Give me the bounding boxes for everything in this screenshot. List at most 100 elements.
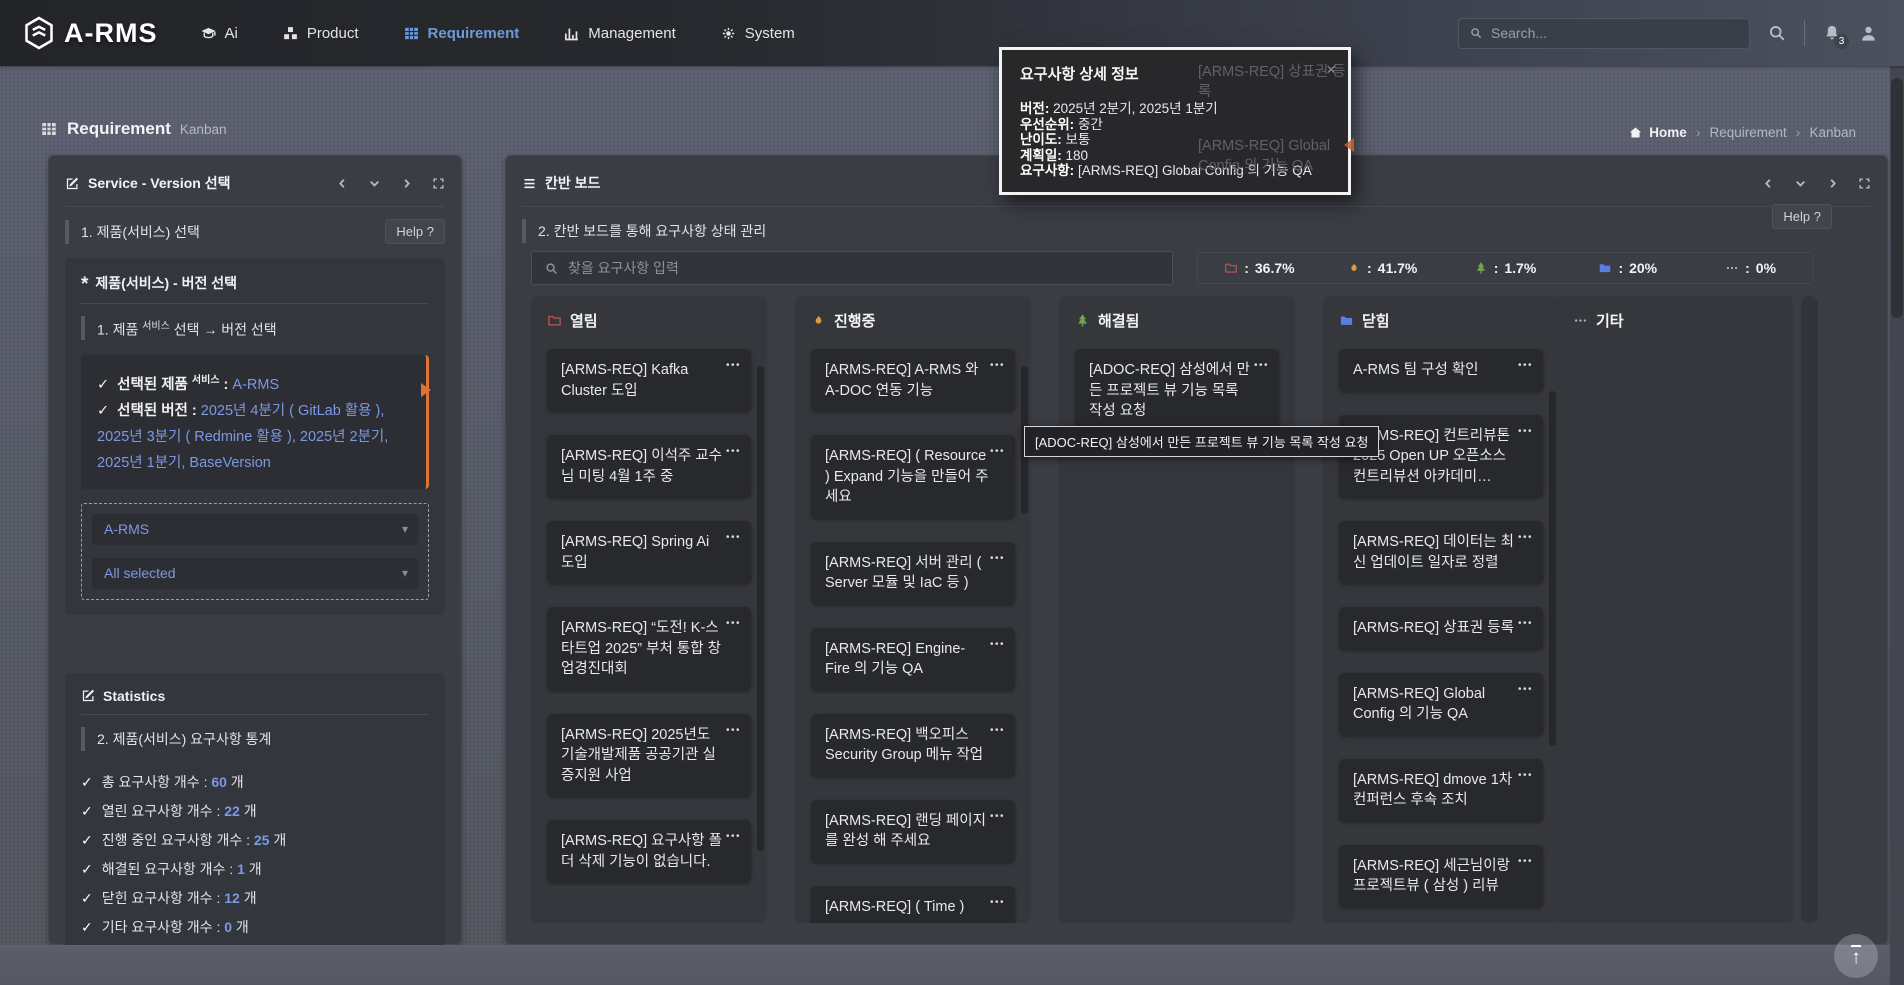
card-menu-icon[interactable]: ••• [990, 721, 1005, 742]
card-menu-icon[interactable]: ••• [726, 721, 741, 742]
card-menu-icon[interactable]: ••• [990, 635, 1005, 656]
nav-item-management[interactable]: Management [563, 25, 676, 42]
column-scrollbar[interactable] [1549, 391, 1556, 746]
check-icon: ✓ [81, 861, 93, 877]
chevron-left-icon[interactable] [336, 177, 349, 190]
column-header: 닫힘 [1323, 296, 1559, 331]
breadcrumb-requirement[interactable]: Requirement [1709, 125, 1786, 140]
app-logo[interactable]: A-RMS [24, 16, 158, 50]
card-menu-icon[interactable]: ••• [1518, 614, 1533, 635]
kanban-card[interactable]: [ADOC-REQ] 삼성에서 만든 프로젝트 뷰 기능 목록 작성 요청••• [1075, 349, 1279, 433]
kanban-card[interactable]: A-RMS 팀 구성 확인••• [1339, 349, 1543, 392]
column-scrollbar[interactable] [757, 366, 764, 851]
kanban-card[interactable]: [ARMS-REQ] 요구사항 폴더 삭제 기능이 없습니다.••• [547, 820, 751, 883]
chevron-right-icon[interactable] [1826, 177, 1839, 190]
tree-icon [1474, 261, 1488, 275]
card-menu-icon[interactable]: ••• [990, 893, 1005, 914]
card-menu-icon[interactable]: ••• [1254, 356, 1269, 377]
chevron-left-icon[interactable] [1762, 177, 1775, 190]
expand-icon[interactable] [432, 177, 445, 190]
kanban-title: 칸반 보드 [545, 173, 600, 193]
kanban-card[interactable]: [ARMS-REQ] A-RMS 와 A-DOC 연동 기능••• [811, 349, 1015, 412]
kanban-card[interactable]: [ARMS-REQ] dmove 1차 컨퍼런스 후속 조치••• [1339, 759, 1543, 822]
global-search-input[interactable] [1491, 25, 1739, 41]
card-menu-icon[interactable]: ••• [726, 614, 741, 635]
page-subtitle: Kanban [180, 122, 227, 137]
help-button[interactable]: Help ? [385, 219, 445, 244]
chevron-down-icon[interactable] [1794, 177, 1807, 190]
chevron-right-icon[interactable] [400, 177, 413, 190]
nav-item-label: Ai [225, 25, 238, 42]
chevron-down-icon[interactable] [368, 177, 381, 190]
card-menu-icon[interactable]: ••• [726, 356, 741, 377]
card-menu-icon[interactable]: ••• [990, 549, 1005, 570]
requirement-search-input[interactable] [568, 260, 1160, 276]
kanban-card[interactable]: [ARMS-REQ] Kafka Cluster 도입••• [547, 349, 751, 412]
kanban-card[interactable]: [ARMS-REQ] 백오피스 Security Group 메뉴 작업••• [811, 714, 1015, 777]
kanban-card[interactable]: [ARMS-REQ] ( Time )••• [811, 886, 1015, 924]
card-menu-icon[interactable]: ••• [990, 807, 1005, 828]
kanban-card[interactable]: [ARMS-REQ] ( Resource ) Expand 기능을 만들어 주… [811, 435, 1015, 519]
card-menu-icon[interactable]: ••• [726, 827, 741, 848]
kanban-card[interactable]: [ARMS-REQ] 데이터는 최신 업데이트 일자로 정렬••• [1339, 521, 1543, 584]
percent-closed: :20% [1566, 260, 1689, 276]
card-menu-icon[interactable]: ••• [726, 528, 741, 549]
divider [81, 714, 429, 715]
statistics-section: Statistics 2. 제품(서비스) 요구사항 통계 ✓총 요구사항 개수… [65, 673, 445, 965]
card-menu-icon[interactable]: ••• [990, 442, 1005, 463]
notifications-bell-icon[interactable]: 3 [1822, 23, 1842, 43]
ellipsis-icon [1573, 313, 1588, 328]
kanban-card[interactable]: [ARMS-REQ] “도전! K-스타트업 2025” 부처 통합 창업경진대… [547, 607, 751, 691]
kanban-card[interactable]: [ARMS-REQ] 서버 관리 ( Server 모듈 및 IaC 등 )••… [811, 542, 1015, 605]
kanban-card[interactable]: [ARMS-REQ] Global Config 의 기능 QA••• [1339, 673, 1543, 736]
column-cards: [ARMS-REQ] A-RMS 와 A-DOC 연동 기능••• [ARMS-… [811, 349, 1015, 923]
kanban-card[interactable]: [ARMS-REQ] 세근님이랑 프로젝트뷰 ( 삼성 ) 리뷰••• [1339, 845, 1543, 908]
nav-item-label: Requirement [428, 25, 520, 42]
kanban-card[interactable]: [ARMS-REQ] 상표권 등록••• [1339, 607, 1543, 650]
card-menu-icon[interactable]: ••• [1518, 766, 1533, 787]
accent-bar [81, 727, 85, 751]
help-button[interactable]: Help ? [1772, 204, 1832, 229]
check-icon: ✓ [81, 890, 93, 906]
requirement-search [531, 251, 1173, 285]
card-menu-icon[interactable]: ••• [990, 356, 1005, 377]
percent-open: :36.7% [1198, 260, 1321, 276]
product-version-section: * 제품(서비스) - 버전 선택 1. 제품 서비스 선택 → 버전 선택 ✓… [65, 258, 445, 615]
nav-item-ai[interactable]: Ai [200, 25, 238, 42]
card-menu-icon[interactable]: ••• [1518, 852, 1533, 873]
card-menu-icon[interactable]: ••• [1518, 356, 1533, 377]
window-scrollbar[interactable] [1890, 66, 1904, 985]
table-grid-icon [403, 25, 420, 42]
kanban-card[interactable]: [ARMS-REQ] Spring Ai 도입••• [547, 521, 751, 584]
kanban-card[interactable]: [ARMS-REQ] 이석주 교수님 미팅 4월 1주 중••• [547, 435, 751, 498]
version-select[interactable]: All selected ▾ [92, 558, 418, 589]
expand-icon[interactable] [1858, 177, 1871, 190]
logo-text: A-RMS [64, 18, 158, 49]
card-menu-icon[interactable]: ••• [726, 442, 741, 463]
product-select[interactable]: A-RMS ▾ [92, 514, 418, 545]
breadcrumb-home[interactable]: Home [1628, 125, 1687, 140]
caret-down-icon: ▾ [402, 566, 408, 580]
breadcrumb-kanban[interactable]: Kanban [1809, 125, 1856, 140]
window-scrollbar-thumb[interactable] [1891, 78, 1903, 318]
tooltip-priority: 우선순위: 중간 [1020, 117, 1330, 133]
card-menu-icon[interactable]: ••• [1518, 422, 1533, 443]
search-submit-icon[interactable] [1767, 23, 1787, 43]
board-scrollbar[interactable] [1801, 296, 1818, 923]
nav-item-system[interactable]: System [720, 25, 795, 42]
kanban-card[interactable]: [ARMS-REQ] 랜딩 페이지를 완성 해 주세요••• [811, 800, 1015, 863]
nav-item-requirement[interactable]: Requirement [403, 25, 520, 42]
stat-total: ✓총 요구사항 개수 : 60 개 [81, 773, 429, 792]
stat-resolved: ✓해결된 요구사항 개수 : 1 개 [81, 860, 429, 879]
card-menu-icon[interactable]: ••• [1518, 528, 1533, 549]
scroll-to-top-button[interactable]: ↑ [1834, 934, 1878, 978]
user-profile-icon[interactable] [1859, 24, 1878, 43]
nav-item-product[interactable]: Product [282, 25, 359, 42]
stat-etc: ✓기타 요구사항 개수 : 0 개 [81, 918, 429, 937]
kanban-card[interactable]: [ARMS-REQ] 2025년도 기술개발제품 공공기관 실증지원 사업••• [547, 714, 751, 798]
kanban-card[interactable]: [ARMS-REQ] Engine-Fire 의 기능 QA••• [811, 628, 1015, 691]
kanban-column-closed: 닫힘 A-RMS 팀 구성 확인••• [ARMS-REQ] 컨트리뷰톤 202… [1323, 296, 1559, 923]
stat-closed: ✓닫힌 요구사항 개수 : 12 개 [81, 889, 429, 908]
close-icon[interactable]: × [1326, 60, 1336, 80]
card-menu-icon[interactable]: ••• [1518, 680, 1533, 701]
